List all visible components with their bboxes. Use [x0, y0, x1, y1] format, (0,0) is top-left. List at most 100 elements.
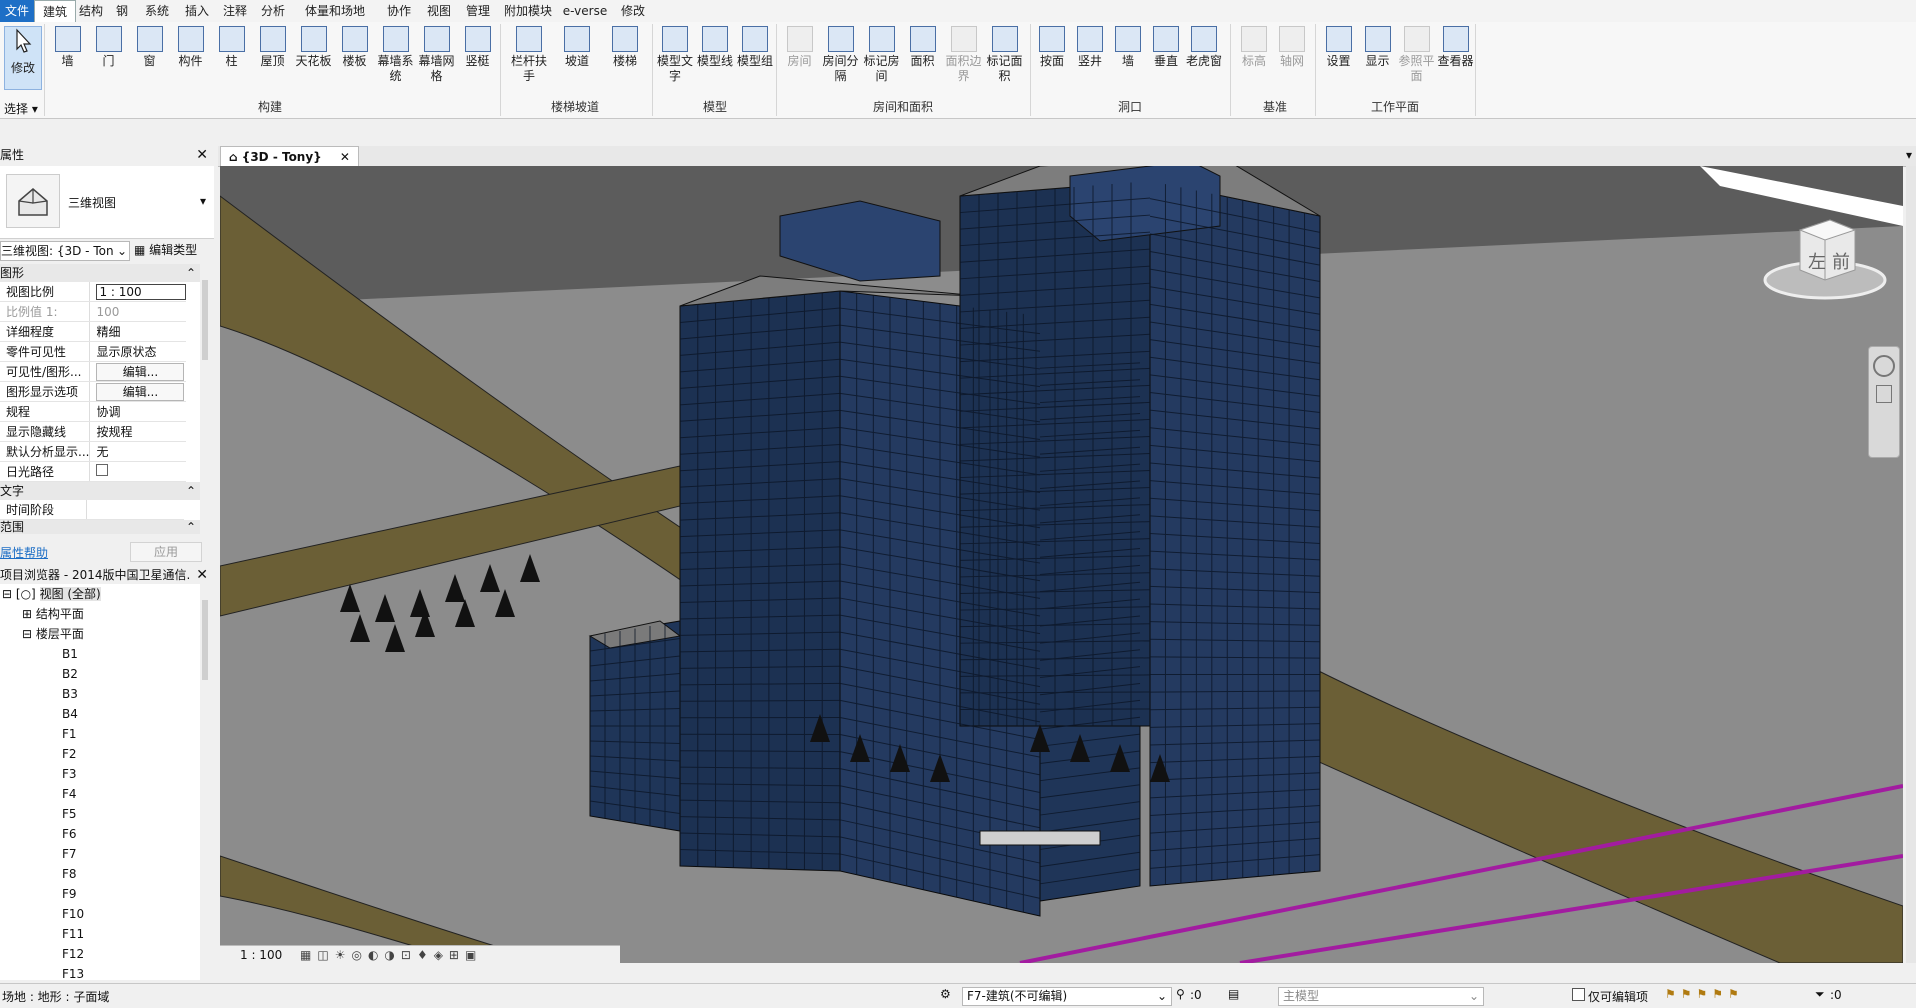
- tree-level-item[interactable]: B3: [0, 684, 200, 704]
- property-row[interactable]: 图形显示选项编辑...: [0, 382, 186, 402]
- expand-icon[interactable]: ⊞: [22, 607, 32, 621]
- tree-level-item[interactable]: F4: [0, 784, 200, 804]
- tree-level-item[interactable]: F5: [0, 804, 200, 824]
- menu-tab[interactable]: 文件: [0, 0, 34, 22]
- menu-tab[interactable]: 分析: [254, 0, 292, 22]
- property-value[interactable]: 100: [90, 302, 187, 322]
- build-button[interactable]: 天花板: [294, 26, 333, 69]
- stair-button[interactable]: 坡道: [554, 26, 600, 69]
- viewcube-front-face[interactable]: 前: [1832, 248, 1850, 274]
- room-button[interactable]: 房间: [780, 26, 819, 69]
- close-icon[interactable]: ✕: [340, 150, 350, 164]
- model-button[interactable]: 模型线: [696, 26, 734, 69]
- menu-tab[interactable]: 钢: [108, 0, 136, 22]
- menu-tab[interactable]: 结构: [74, 0, 108, 22]
- tree-level-item[interactable]: F8: [0, 864, 200, 884]
- apply-button[interactable]: 应用: [130, 542, 202, 562]
- room-button[interactable]: 标记房间: [862, 26, 901, 84]
- property-row[interactable]: 规程协调: [0, 402, 186, 422]
- browser-scrollbar[interactable]: [202, 600, 208, 680]
- edit-type-button[interactable]: ▦ 编辑类型: [134, 241, 197, 259]
- opening-button[interactable]: 墙: [1110, 26, 1146, 69]
- tree-level-item[interactable]: F1: [0, 724, 200, 744]
- opening-button[interactable]: 竖井: [1072, 26, 1108, 69]
- workset-dropdown[interactable]: F7-建筑(不可编辑)⌄: [962, 987, 1172, 1006]
- build-button[interactable]: 竖梃: [458, 26, 497, 69]
- menu-tab[interactable]: 协作: [378, 0, 420, 22]
- wp-button[interactable]: 查看器: [1437, 26, 1474, 69]
- view-scale-input[interactable]: 1 : 100: [96, 284, 186, 300]
- model-button[interactable]: 模型文字: [656, 26, 694, 84]
- build-button[interactable]: 楼板: [335, 26, 374, 69]
- view-control-icons[interactable]: ▦◫☀◎◐◑⊡♦◈⊞▣: [300, 948, 482, 962]
- build-button[interactable]: 幕墙系统: [376, 26, 415, 84]
- tree-level-item[interactable]: F11: [0, 924, 200, 944]
- tree-level-item[interactable]: F7: [0, 844, 200, 864]
- tree-level-item[interactable]: F3: [0, 764, 200, 784]
- stair-button[interactable]: 栏杆扶手: [506, 26, 552, 84]
- property-row[interactable]: 日光路径: [0, 462, 186, 482]
- filter-icon[interactable]: ⚲: [1176, 987, 1185, 1001]
- model-button[interactable]: 模型组: [736, 26, 774, 69]
- tree-level-item[interactable]: B1: [0, 644, 200, 664]
- type-selector[interactable]: 三维视图 ▾: [0, 166, 214, 239]
- properties-help-link[interactable]: 属性帮助: [0, 544, 48, 561]
- menu-tab[interactable]: e-verse: [558, 0, 612, 22]
- tree-level-item[interactable]: B4: [0, 704, 200, 724]
- menu-tab[interactable]: 修改: [612, 0, 654, 22]
- room-button[interactable]: 标记面积: [985, 26, 1024, 84]
- wp-button[interactable]: 设置: [1320, 26, 1357, 69]
- section-text[interactable]: 文字⌃: [0, 482, 200, 500]
- build-button[interactable]: 柱: [212, 26, 251, 69]
- view-scale[interactable]: 1 : 100: [240, 948, 282, 962]
- collapse-icon[interactable]: ⊟: [2, 587, 12, 601]
- select-dropdown[interactable]: 选择 ▾: [4, 100, 38, 117]
- chevron-down-icon[interactable]: ▾: [1906, 148, 1912, 162]
- navigation-bar[interactable]: [1868, 346, 1900, 458]
- 3d-viewport[interactable]: 左 前 1 : 100 ▦◫☀◎◐◑⊡♦◈⊞▣: [220, 166, 1903, 963]
- selection-toggle-icons[interactable]: ⚑⚑⚑⚑⚑: [1665, 987, 1744, 1001]
- edit-button[interactable]: 编辑...: [96, 383, 184, 401]
- wp-button[interactable]: 参照平面: [1398, 26, 1435, 84]
- collapse-icon[interactable]: ⊟: [22, 627, 32, 641]
- section-range[interactable]: 范围⌃: [0, 520, 200, 534]
- design-option-dropdown[interactable]: 主模型⌄: [1278, 987, 1484, 1006]
- property-value[interactable]: 按规程: [90, 422, 187, 442]
- property-value[interactable]: 1 : 100: [90, 282, 187, 302]
- property-row[interactable]: 比例值 1:100: [0, 302, 186, 322]
- viewcube[interactable]: 左 前: [1760, 210, 1890, 310]
- room-button[interactable]: 房间分隔: [821, 26, 860, 84]
- tree-level-item[interactable]: F6: [0, 824, 200, 844]
- property-row[interactable]: 可见性/图形...编辑...: [0, 362, 186, 382]
- tree-level-item[interactable]: F10: [0, 904, 200, 924]
- property-row[interactable]: 零件可见性显示原状态: [0, 342, 186, 362]
- view-tab-3d-tony[interactable]: ⌂ {3D - Tony} ✕: [220, 146, 359, 167]
- room-button[interactable]: 面积: [903, 26, 942, 69]
- property-value[interactable]: 精细: [90, 322, 187, 342]
- opening-button[interactable]: 垂直: [1148, 26, 1184, 69]
- modify-button[interactable]: 修改: [4, 26, 42, 90]
- edit-button[interactable]: 编辑...: [96, 363, 184, 381]
- filter-funnel-icon[interactable]: ⏷: [1815, 987, 1825, 1002]
- phase-row[interactable]: 时间阶段: [0, 500, 184, 520]
- property-row[interactable]: 默认分析显示...无: [0, 442, 186, 462]
- viewport-scrollbar[interactable]: [1906, 166, 1916, 963]
- property-value[interactable]: 显示原状态: [90, 342, 187, 362]
- properties-scrollbar[interactable]: [202, 280, 208, 360]
- menu-tab[interactable]: 管理: [458, 0, 498, 22]
- property-value[interactable]: 协调: [90, 402, 187, 422]
- build-button[interactable]: 墙: [48, 26, 87, 69]
- tree-level-item[interactable]: F2: [0, 744, 200, 764]
- zoom-icon[interactable]: [1876, 385, 1892, 403]
- phase-value[interactable]: [87, 500, 185, 520]
- room-button[interactable]: 面积边界: [944, 26, 983, 84]
- tree-level-item[interactable]: F13: [0, 964, 200, 980]
- instance-selector[interactable]: 三维视图: {3D - Ton⌄: [0, 241, 130, 261]
- tree-structural[interactable]: ⊞ 结构平面: [0, 604, 200, 624]
- tree-root[interactable]: ⊟ [○] 视图 (全部): [0, 584, 200, 604]
- property-value[interactable]: 无: [90, 442, 187, 462]
- property-value[interactable]: 编辑...: [90, 362, 187, 382]
- menu-tab[interactable]: 系统: [136, 0, 178, 22]
- property-row[interactable]: 视图比例1 : 100: [0, 282, 186, 302]
- build-button[interactable]: 门: [89, 26, 128, 69]
